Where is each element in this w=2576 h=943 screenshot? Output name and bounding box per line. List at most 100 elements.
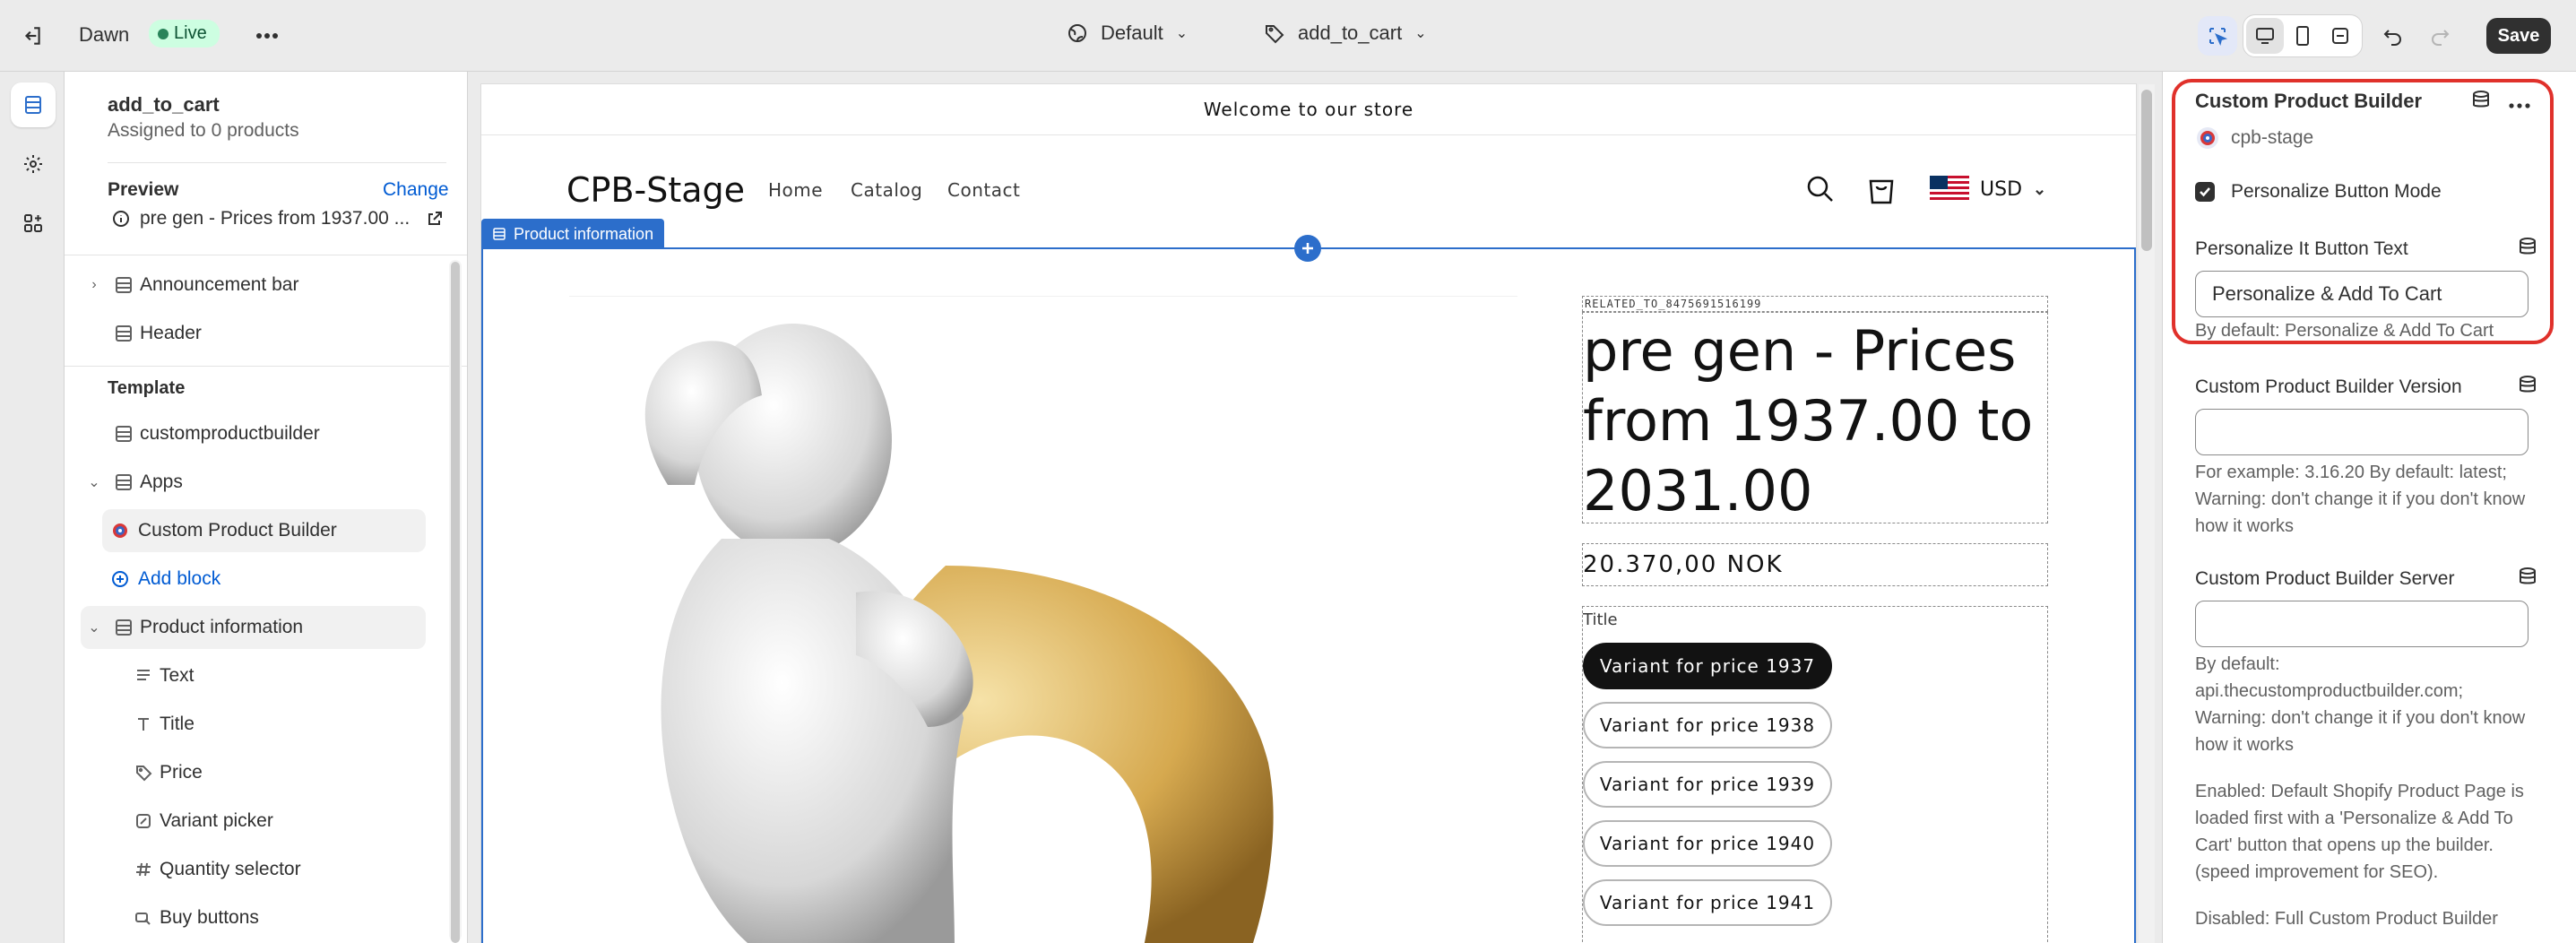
sidebar-item-announcement-bar[interactable]: › Announcement bar <box>81 264 426 307</box>
viewport-switcher <box>2243 14 2363 57</box>
store-logo[interactable]: CPB-Stage <box>566 170 745 210</box>
template-label: add_to_cart <box>1298 22 1403 44</box>
sidebar-item-header[interactable]: Header <box>81 312 426 355</box>
search-icon[interactable] <box>1806 175 1835 208</box>
cart-icon[interactable] <box>1867 174 1896 209</box>
nav-contact[interactable]: Contact <box>947 179 1020 201</box>
hash-icon <box>127 861 160 878</box>
chevron-right-icon[interactable]: › <box>81 277 108 293</box>
apps-icon[interactable] <box>11 201 56 246</box>
dynamic-source-icon[interactable] <box>2518 567 2537 591</box>
personalize-mode-checkbox[interactable]: Personalize Button Mode <box>2195 181 2442 203</box>
database-icon[interactable] <box>2471 90 2491 114</box>
template-group-heading: Template <box>108 378 186 398</box>
live-badge: Live <box>149 20 220 48</box>
text-lines-icon <box>127 667 160 685</box>
app-attribution: cpb-stage <box>2195 125 2313 151</box>
nav-home[interactable]: Home <box>768 179 823 201</box>
section-tag: Product information <box>481 219 665 249</box>
template-selector[interactable]: add_to_cart ⌄ <box>1264 22 1427 45</box>
sidebar-scrollbar-thumb[interactable] <box>451 262 460 943</box>
sidebar-item-apps[interactable]: ⌄ Apps <box>81 461 426 504</box>
mobile-icon[interactable] <box>2284 18 2321 54</box>
chevron-down-icon[interactable]: ⌄ <box>81 473 108 491</box>
sidebar-item-title[interactable]: Title <box>127 703 426 746</box>
theme-preset-selector[interactable]: Default ⌄ <box>1067 22 1188 45</box>
checkbox-label: Personalize Button Mode <box>2231 181 2442 202</box>
sidebar-item-quantity-selector[interactable]: Quantity selector <box>127 848 426 891</box>
enabled-help: Enabled: Default Shopify Product Page is… <box>2195 782 2524 882</box>
settings-gear-icon[interactable] <box>11 142 56 186</box>
save-button[interactable]: Save <box>2486 18 2551 54</box>
sidebar-item-buy-buttons[interactable]: Buy buttons <box>127 896 426 939</box>
sections-sidebar: add_to_cart Assigned to 0 products Previ… <box>65 72 468 943</box>
nav-catalog[interactable]: Catalog <box>851 179 922 201</box>
undo-icon[interactable] <box>2373 16 2413 56</box>
version-label: Custom Product Builder Version <box>2195 376 2462 397</box>
disabled-help: Disabled: Full Custom Product Builder <box>2195 909 2498 929</box>
sidebar-item-product-information[interactable]: ⌄ Product information <box>81 606 426 649</box>
related-text-block[interactable]: RELATED_TO_8475691516199 <box>1582 296 2048 312</box>
chevron-down-icon: ⌄ <box>2033 179 2047 198</box>
redo-icon[interactable] <box>2420 16 2459 56</box>
variant-option-label: Title <box>1583 610 1618 629</box>
panel-title: Custom Product Builder <box>2195 90 2423 112</box>
version-input[interactable] <box>2195 409 2528 455</box>
variant-picker-block[interactable]: Title Variant for price 1937 Variant for… <box>1582 606 2048 943</box>
sidebar-item-label: Text <box>160 665 194 686</box>
variant-pill[interactable]: Variant for price 1941 <box>1583 879 1832 926</box>
variant-pill[interactable]: Variant for price 1937 <box>1583 643 1832 689</box>
checkbox-checked-icon[interactable] <box>2195 182 2215 202</box>
section-icon <box>493 228 506 240</box>
sidebar-item-price[interactable]: Price <box>127 751 426 794</box>
globe-icon <box>1068 24 1086 42</box>
dynamic-source-icon[interactable] <box>2518 237 2537 261</box>
exit-icon[interactable] <box>13 16 52 56</box>
cpb-app-icon <box>2197 127 2218 149</box>
price-block[interactable]: 20.370,00 NOK <box>1582 543 2048 586</box>
sections-icon[interactable] <box>11 82 56 127</box>
variant-pill[interactable]: Variant for price 1938 <box>1583 702 1832 748</box>
product-image[interactable] <box>569 296 1517 943</box>
sidebar-item-label: Announcement bar <box>140 274 299 295</box>
editor-topbar: Dawn Live Default ⌄ add_to_cart ⌄ Save <box>0 0 2576 72</box>
sidebar-item-custom-product-builder[interactable]: Custom Product Builder <box>102 509 426 552</box>
theme-name: Dawn <box>79 23 130 46</box>
inspector-icon[interactable] <box>2198 16 2237 56</box>
sidebar-item-variant-picker[interactable]: Variant picker <box>127 800 426 843</box>
product-photo-3d-figure <box>644 324 1274 943</box>
desktop-icon[interactable] <box>2246 18 2284 54</box>
chevron-down-icon[interactable]: ⌄ <box>81 619 108 636</box>
sidebar-item-text[interactable]: Text <box>127 654 426 697</box>
variant-pill[interactable]: Variant for price 1939 <box>1583 761 1832 808</box>
title-block[interactable]: pre gen - Prices from 1937.00 to 2031.00 <box>1582 312 2048 523</box>
template-title: add_to_cart <box>108 93 220 116</box>
sidebar-item-customproductbuilder[interactable]: customproductbuilder <box>81 412 426 455</box>
more-actions-icon[interactable] <box>247 16 287 56</box>
fullscreen-icon[interactable] <box>2321 18 2359 54</box>
preview-product-name: pre gen - Prices from 1937.00 ... <box>140 208 411 229</box>
announcement-bar[interactable]: Welcome to our store <box>481 84 2136 135</box>
product-title: pre gen - Prices from 1937.00 to 2031.00 <box>1583 318 2034 523</box>
more-options-icon[interactable] <box>2509 97 2530 113</box>
sidebar-item-label: Quantity selector <box>160 859 301 879</box>
section-icon <box>108 324 140 343</box>
dynamic-source-icon[interactable] <box>2518 375 2537 399</box>
currency-selector[interactable]: USD ⌄ <box>1930 176 2046 203</box>
button-text-input[interactable]: Personalize & Add To Cart <box>2195 271 2528 317</box>
preview-scrollbar-thumb[interactable] <box>2141 90 2152 251</box>
block-settings-panel: Custom Product Builder cpb-stage Persona… <box>2162 72 2576 943</box>
external-link-icon[interactable] <box>426 210 444 228</box>
add-block-button[interactable]: Add block <box>102 558 426 601</box>
store-preview: Welcome to our store CPB-Stage Home Cata… <box>481 84 2136 943</box>
variant-pill[interactable]: Variant for price 1940 <box>1583 820 1832 867</box>
button-text-help: By default: Personalize & Add To Cart <box>2195 321 2494 341</box>
section-tag-label: Product information <box>514 224 654 243</box>
change-preview-link[interactable]: Change <box>383 179 449 201</box>
tag-icon <box>1266 25 1284 44</box>
sidebar-item-label: Product information <box>140 617 304 637</box>
section-icon <box>108 618 140 637</box>
add-section-plus-icon[interactable] <box>1294 235 1321 262</box>
server-input[interactable] <box>2195 601 2528 647</box>
preview-product[interactable]: pre gen - Prices from 1937.00 ... <box>111 208 444 229</box>
